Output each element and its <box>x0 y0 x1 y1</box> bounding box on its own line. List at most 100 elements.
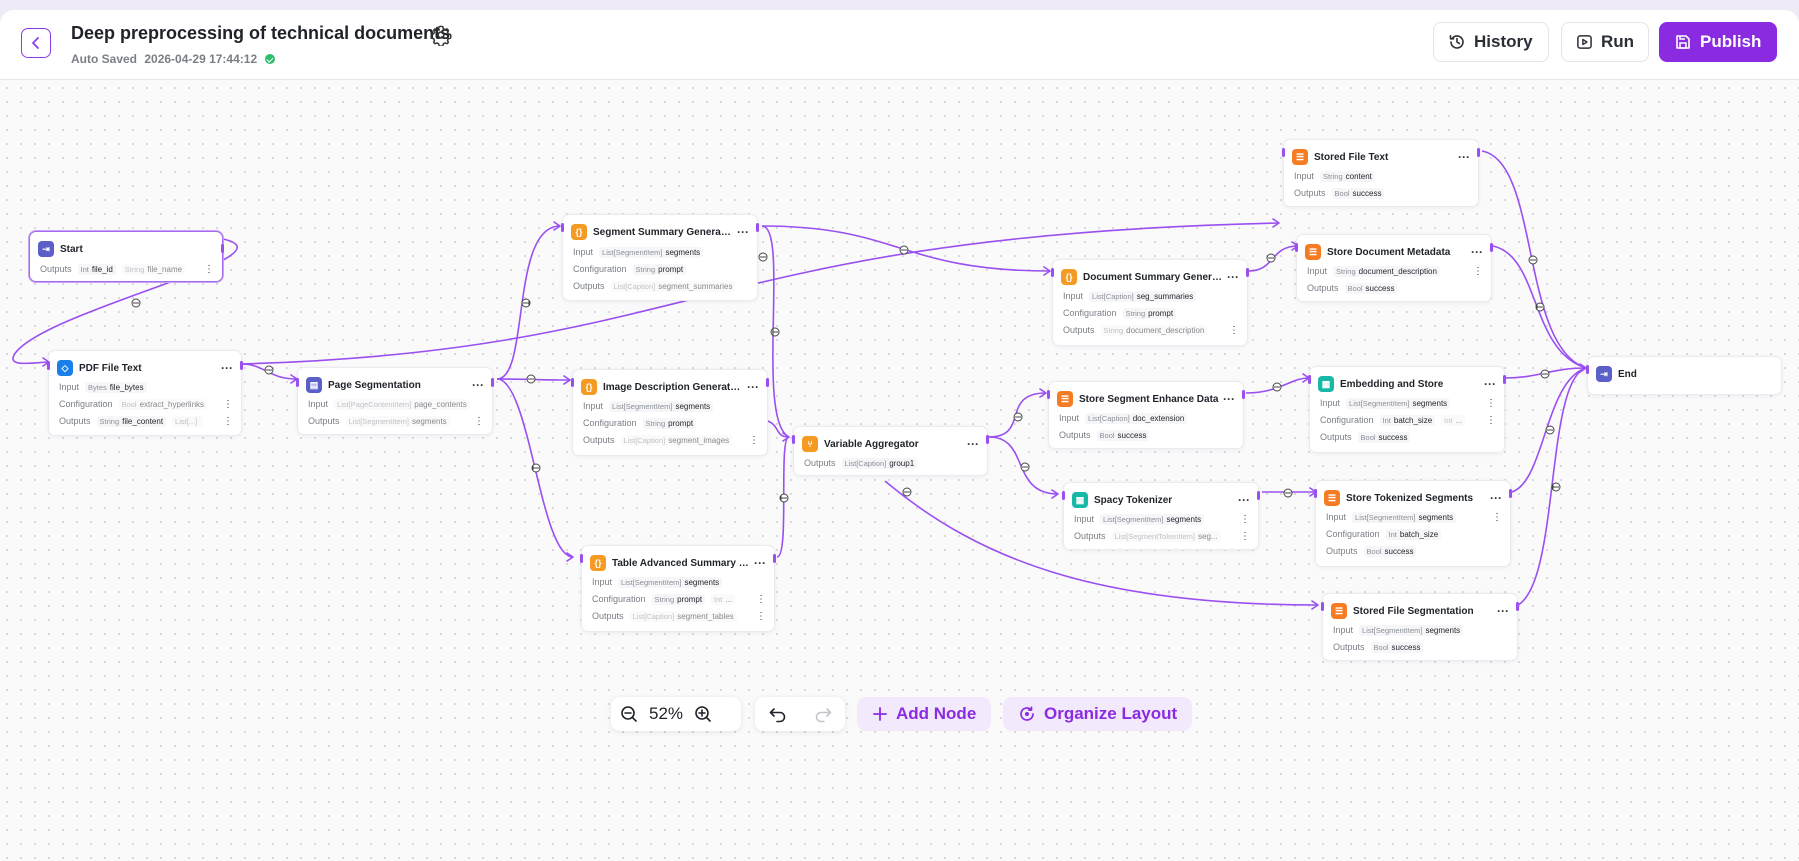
more-vertical-icon[interactable]: ⋮ <box>476 399 484 410</box>
database-icon: ☰ <box>1292 149 1308 165</box>
back-button[interactable] <box>21 28 51 58</box>
more-vertical-icon[interactable]: ⋮ <box>1225 325 1239 336</box>
more-vertical-icon[interactable]: ⋮ <box>200 264 214 275</box>
config-chip: String prompt <box>651 593 706 605</box>
node-store-segment-enhance-data[interactable]: ☰ Store Segment Enhance Data ··· Input List… <box>1047 381 1245 449</box>
output-chip: String file_content <box>96 415 167 427</box>
input-chip: List[Caption] doc_extension <box>1085 412 1188 424</box>
redo-button[interactable] <box>800 697 845 731</box>
llm-icon: {} <box>571 224 587 240</box>
more-vertical-icon[interactable]: ⋮ <box>752 611 766 622</box>
chevron-left-icon <box>32 37 39 49</box>
node-start[interactable]: ⇥ Start Outputs Int file_id String file_nam… <box>29 231 224 282</box>
check-circle-icon <box>265 54 276 64</box>
input-chip: List[SegmentItem] segments <box>599 246 704 258</box>
more-vertical-icon[interactable]: ⋮ <box>470 416 484 427</box>
more-vertical-icon[interactable]: ⋮ <box>752 594 766 605</box>
more-horizontal-icon[interactable]: ··· <box>1484 378 1496 390</box>
database-icon: ☰ <box>1057 391 1073 407</box>
workflow-canvas[interactable]: ⇥ Start Outputs Int file_id String file_nam… <box>0 81 1799 861</box>
input-label: Input <box>1320 398 1341 408</box>
more-vertical-icon[interactable]: ⋮ <box>1482 398 1496 409</box>
node-store-document-metadata[interactable]: ☰ Store Document Metadata ··· Input String d… <box>1295 234 1493 302</box>
node-variable-aggregator[interactable]: ⑂ Variable Aggregator ··· Outputs List[Capt… <box>792 426 989 476</box>
zoom-level: 52% <box>648 704 684 723</box>
input-chip: List[SegmentItem] segments <box>618 576 723 588</box>
more-horizontal-icon[interactable]: ··· <box>747 381 759 393</box>
output-chip: String file_name <box>121 263 186 275</box>
input-chip: String content <box>1320 170 1375 182</box>
more-vertical-icon[interactable]: ⋮ <box>1482 415 1496 426</box>
node-stored-file-text[interactable]: ☰ Stored File Text ··· Input String content … <box>1282 139 1480 207</box>
more-horizontal-icon[interactable]: ··· <box>221 362 233 374</box>
input-chip: List[SegmentItem] segments <box>1346 397 1451 409</box>
database-icon: ☰ <box>1324 490 1340 506</box>
llm-icon: {} <box>1061 269 1077 285</box>
more-horizontal-icon[interactable]: ··· <box>754 557 766 569</box>
output-chip: List[Caption] segment_summaries <box>610 280 736 292</box>
redo-icon <box>815 708 831 723</box>
node-title: Start <box>60 243 83 255</box>
more-horizontal-icon[interactable]: ··· <box>1497 605 1509 617</box>
outputs-label: Outputs <box>1307 283 1339 293</box>
more-vertical-icon[interactable]: ⋮ <box>741 281 749 292</box>
more-horizontal-icon[interactable]: ··· <box>967 438 979 450</box>
play-icon <box>1577 35 1592 49</box>
more-vertical-icon[interactable]: ⋮ <box>745 435 759 446</box>
segmentation-icon: ▤ <box>306 377 322 393</box>
organize-layout-button[interactable]: Organize Layout <box>1003 697 1193 731</box>
more-vertical-icon[interactable]: ⋮ <box>1488 512 1502 523</box>
input-label: Input <box>1294 171 1315 181</box>
output-chip: Bool success <box>1370 641 1424 653</box>
node-pdf-file-text[interactable]: ◇ PDF File Text ··· Input Bytes file_bytes C… <box>47 350 243 436</box>
zoom-in-button[interactable] <box>685 697 721 731</box>
node-title: Embedding and Store <box>1340 378 1444 390</box>
node-store-tokenized-segments[interactable]: ☰ Store Tokenized Segments ··· Input List[S… <box>1314 480 1512 567</box>
input-label: Input <box>573 247 594 257</box>
more-horizontal-icon[interactable]: ··· <box>737 226 749 238</box>
more-vertical-icon[interactable]: ⋮ <box>1236 514 1250 525</box>
node-document-summary-generation[interactable]: {} Document Summary Generation ··· Input Li… <box>1051 259 1249 346</box>
zoom-controls: 52% <box>611 697 741 731</box>
add-node-button[interactable]: Add Node <box>857 697 992 731</box>
node-title: Variable Aggregator <box>824 438 919 450</box>
node-segment-summary-generation[interactable]: {} Segment Summary Generation ··· Input Lis… <box>561 214 759 301</box>
more-vertical-icon[interactable]: ⋮ <box>219 416 233 427</box>
undo-button[interactable] <box>755 697 800 731</box>
history-button[interactable]: History <box>1433 22 1549 62</box>
more-horizontal-icon[interactable]: ··· <box>472 379 484 391</box>
more-horizontal-icon[interactable]: ··· <box>1471 246 1483 258</box>
more-horizontal-icon[interactable]: ··· <box>1490 492 1502 504</box>
more-horizontal-icon[interactable]: ··· <box>1223 393 1235 405</box>
more-horizontal-icon[interactable]: ··· <box>1227 271 1239 283</box>
output-chip: Bool success <box>1344 282 1398 294</box>
node-stored-file-segmentation[interactable]: ☰ Stored File Segmentation ··· Input List[S… <box>1321 593 1519 661</box>
gear-icon[interactable] <box>430 24 452 46</box>
more-vertical-icon[interactable]: ⋮ <box>219 399 233 410</box>
config-label: Configuration <box>1063 308 1117 318</box>
input-chip: List[PageContentItem] page_contents <box>334 398 470 410</box>
app-window: Deep preprocessing of technical document… <box>0 10 1799 861</box>
input-chip: List[SegmentItem] segments <box>609 400 714 412</box>
organize-layout-icon <box>1020 706 1034 721</box>
run-button[interactable]: Run <box>1561 22 1649 62</box>
more-horizontal-icon[interactable]: ··· <box>1238 494 1250 506</box>
outputs-label: Outputs <box>59 416 91 426</box>
config-chip: Int batch_size <box>1379 414 1436 426</box>
node-spacy-tokenizer[interactable]: ▦ Spacy Tokenizer ··· Input List[SegmentIte… <box>1062 482 1260 550</box>
output-chip: List[...] <box>172 415 204 427</box>
more-horizontal-icon[interactable]: ··· <box>1458 151 1470 163</box>
node-page-segmentation[interactable]: ▤ Page Segmentation ··· Input List[PageCont… <box>296 367 494 435</box>
node-title: PDF File Text <box>79 362 142 374</box>
publish-button[interactable]: Publish <box>1659 22 1777 62</box>
more-vertical-icon[interactable]: ⋮ <box>1236 531 1250 542</box>
outputs-label: Outputs <box>1059 430 1091 440</box>
zoom-out-button[interactable] <box>611 697 647 731</box>
node-embedding-and-store[interactable]: ▦ Embedding and Store ··· Input List[Segmen… <box>1308 366 1506 453</box>
node-title: Stored File Segmentation <box>1353 605 1474 617</box>
node-end[interactable]: ⇥ End <box>1586 356 1782 395</box>
node-image-description-generation[interactable]: {} Image Description Generation ··· Input L… <box>571 369 769 456</box>
config-label: Configuration <box>1320 415 1374 425</box>
more-vertical-icon[interactable]: ⋮ <box>1469 266 1483 277</box>
node-table-advanced-summary[interactable]: {} Table Advanced Summary Gen... ··· Input… <box>580 545 776 632</box>
